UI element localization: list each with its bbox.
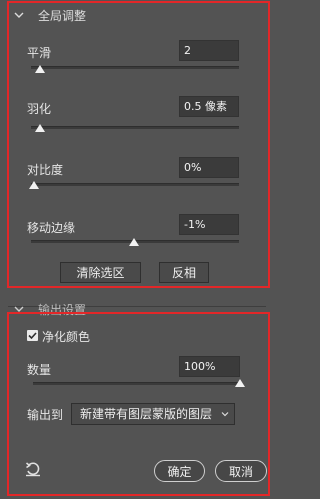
global-adjust-header[interactable]: 全局调整 bbox=[14, 8, 87, 23]
output-settings-title: 输出设置 bbox=[38, 302, 87, 317]
output-to-label: 输出到 bbox=[27, 408, 64, 422]
shift-edge-slider-thumb[interactable] bbox=[129, 238, 140, 246]
ok-button[interactable]: 确定 bbox=[154, 460, 205, 482]
feather-slider-thumb[interactable] bbox=[35, 124, 46, 132]
smooth-slider-thumb[interactable] bbox=[35, 65, 46, 73]
output-settings-header[interactable]: 输出设置 bbox=[14, 302, 87, 317]
smooth-label: 平滑 bbox=[27, 46, 52, 60]
refine-edge-panel: 全局调整 平滑 2 羽化 0.5 像素 对比度 0% 移动边缘 -1% 清除选区… bbox=[0, 0, 278, 499]
feather-label: 羽化 bbox=[27, 102, 52, 116]
chevron-down-icon bbox=[14, 12, 24, 18]
contrast-slider-track[interactable] bbox=[31, 183, 239, 186]
shift-edge-input[interactable]: -1% bbox=[179, 214, 239, 235]
chevron-down-icon bbox=[14, 306, 24, 312]
output-to-select[interactable]: 新建带有图层蒙版的图层 bbox=[71, 403, 235, 425]
reset-icon[interactable] bbox=[25, 461, 41, 477]
amount-slider-thumb[interactable] bbox=[235, 379, 245, 387]
checkmark-icon bbox=[28, 332, 37, 340]
feather-slider-track[interactable] bbox=[31, 126, 239, 129]
contrast-input[interactable]: 0% bbox=[179, 157, 239, 178]
cancel-button[interactable]: 取消 bbox=[215, 460, 267, 482]
amount-slider-track[interactable] bbox=[33, 382, 240, 385]
amount-label: 数量 bbox=[27, 363, 52, 377]
amount-input[interactable]: 100% bbox=[179, 356, 240, 377]
decontaminate-checkbox[interactable] bbox=[27, 330, 38, 341]
contrast-slider-thumb[interactable] bbox=[29, 181, 39, 189]
contrast-label: 对比度 bbox=[27, 163, 64, 177]
smooth-slider-track[interactable] bbox=[31, 66, 239, 69]
global-adjust-title: 全局调整 bbox=[38, 8, 87, 23]
clear-selection-button[interactable]: 清除选区 bbox=[60, 262, 141, 283]
smooth-input[interactable]: 2 bbox=[179, 40, 239, 61]
decontaminate-label: 净化颜色 bbox=[42, 330, 91, 344]
output-to-value: 新建带有图层蒙版的图层 bbox=[80, 407, 213, 421]
invert-button[interactable]: 反相 bbox=[159, 262, 209, 283]
feather-input[interactable]: 0.5 像素 bbox=[179, 96, 239, 117]
chevron-down-icon bbox=[221, 412, 229, 417]
shift-edge-label: 移动边缘 bbox=[27, 221, 76, 235]
